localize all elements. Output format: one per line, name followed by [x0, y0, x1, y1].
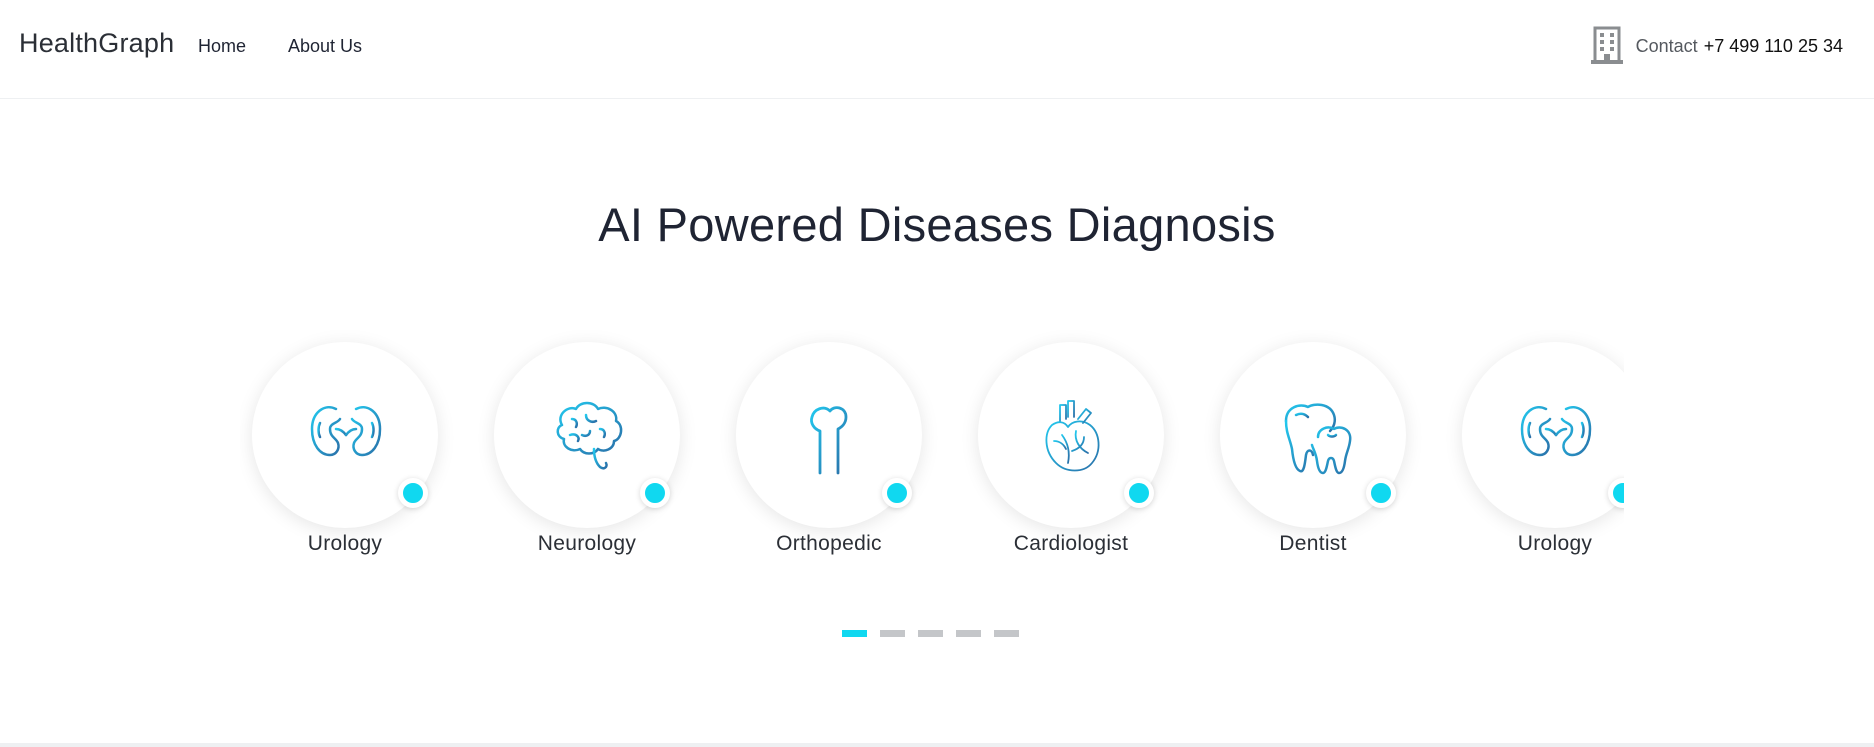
specialty-label: Dentist	[1279, 532, 1347, 555]
pagination-dot-4[interactable]	[956, 630, 981, 637]
specialty-label: Urology	[1517, 532, 1593, 555]
pagination-dot-1[interactable]	[842, 630, 867, 637]
specialty-card-urology[interactable]: Urology	[1450, 330, 1624, 570]
contact-phone-link[interactable]: +7 499 110 25 34	[1704, 36, 1843, 57]
heart-icon	[1045, 400, 1100, 472]
kidneys-icon	[1520, 406, 1592, 475]
page-title: AI Powered Diseases Diagnosis	[598, 198, 1276, 251]
specialty-label: Cardiologist	[1013, 532, 1129, 555]
brain-icon	[556, 401, 623, 470]
contact-info: Contact +7 499 110 25 34	[1590, 26, 1843, 66]
kidneys-icon	[310, 406, 382, 475]
specialty-card-urology[interactable]: Urology	[240, 330, 482, 570]
specialty-card-dentist[interactable]: Dentist	[1208, 330, 1450, 570]
pagination-dot-2[interactable]	[880, 630, 905, 637]
specialty-card-neurology[interactable]: Neurology	[482, 330, 724, 570]
tooth-icon	[1284, 403, 1352, 475]
status-dot	[882, 478, 912, 508]
specialty-label: Neurology	[537, 532, 637, 555]
site-header: HealthGraph Home About Us Contact +7 499…	[0, 0, 1874, 99]
nav-home[interactable]: Home	[198, 36, 246, 57]
specialty-circle	[1462, 342, 1624, 528]
carousel-pagination	[842, 630, 1019, 638]
specialties-carousel[interactable]: Urology Neurology Orthopedic Cardiologis…	[240, 330, 1624, 570]
specialty-card-orthopedic[interactable]: Orthopedic	[724, 330, 966, 570]
status-dot	[1366, 478, 1396, 508]
brand-logo[interactable]: HealthGraph	[19, 28, 174, 59]
section-divider	[0, 743, 1874, 747]
specialty-card-cardiologist[interactable]: Cardiologist	[966, 330, 1208, 570]
specialty-label: Orthopedic	[776, 532, 882, 555]
nav-about-us[interactable]: About Us	[288, 36, 362, 57]
pagination-dot-5[interactable]	[994, 630, 1019, 637]
status-dot	[1124, 478, 1154, 508]
contact-label: Contact	[1635, 35, 1698, 56]
specialty-label: Urology	[307, 532, 383, 555]
pagination-dot-3[interactable]	[918, 630, 943, 637]
building-icon	[1590, 26, 1623, 64]
status-dot	[398, 478, 428, 508]
status-dot	[640, 478, 670, 508]
bone-icon	[810, 406, 848, 475]
